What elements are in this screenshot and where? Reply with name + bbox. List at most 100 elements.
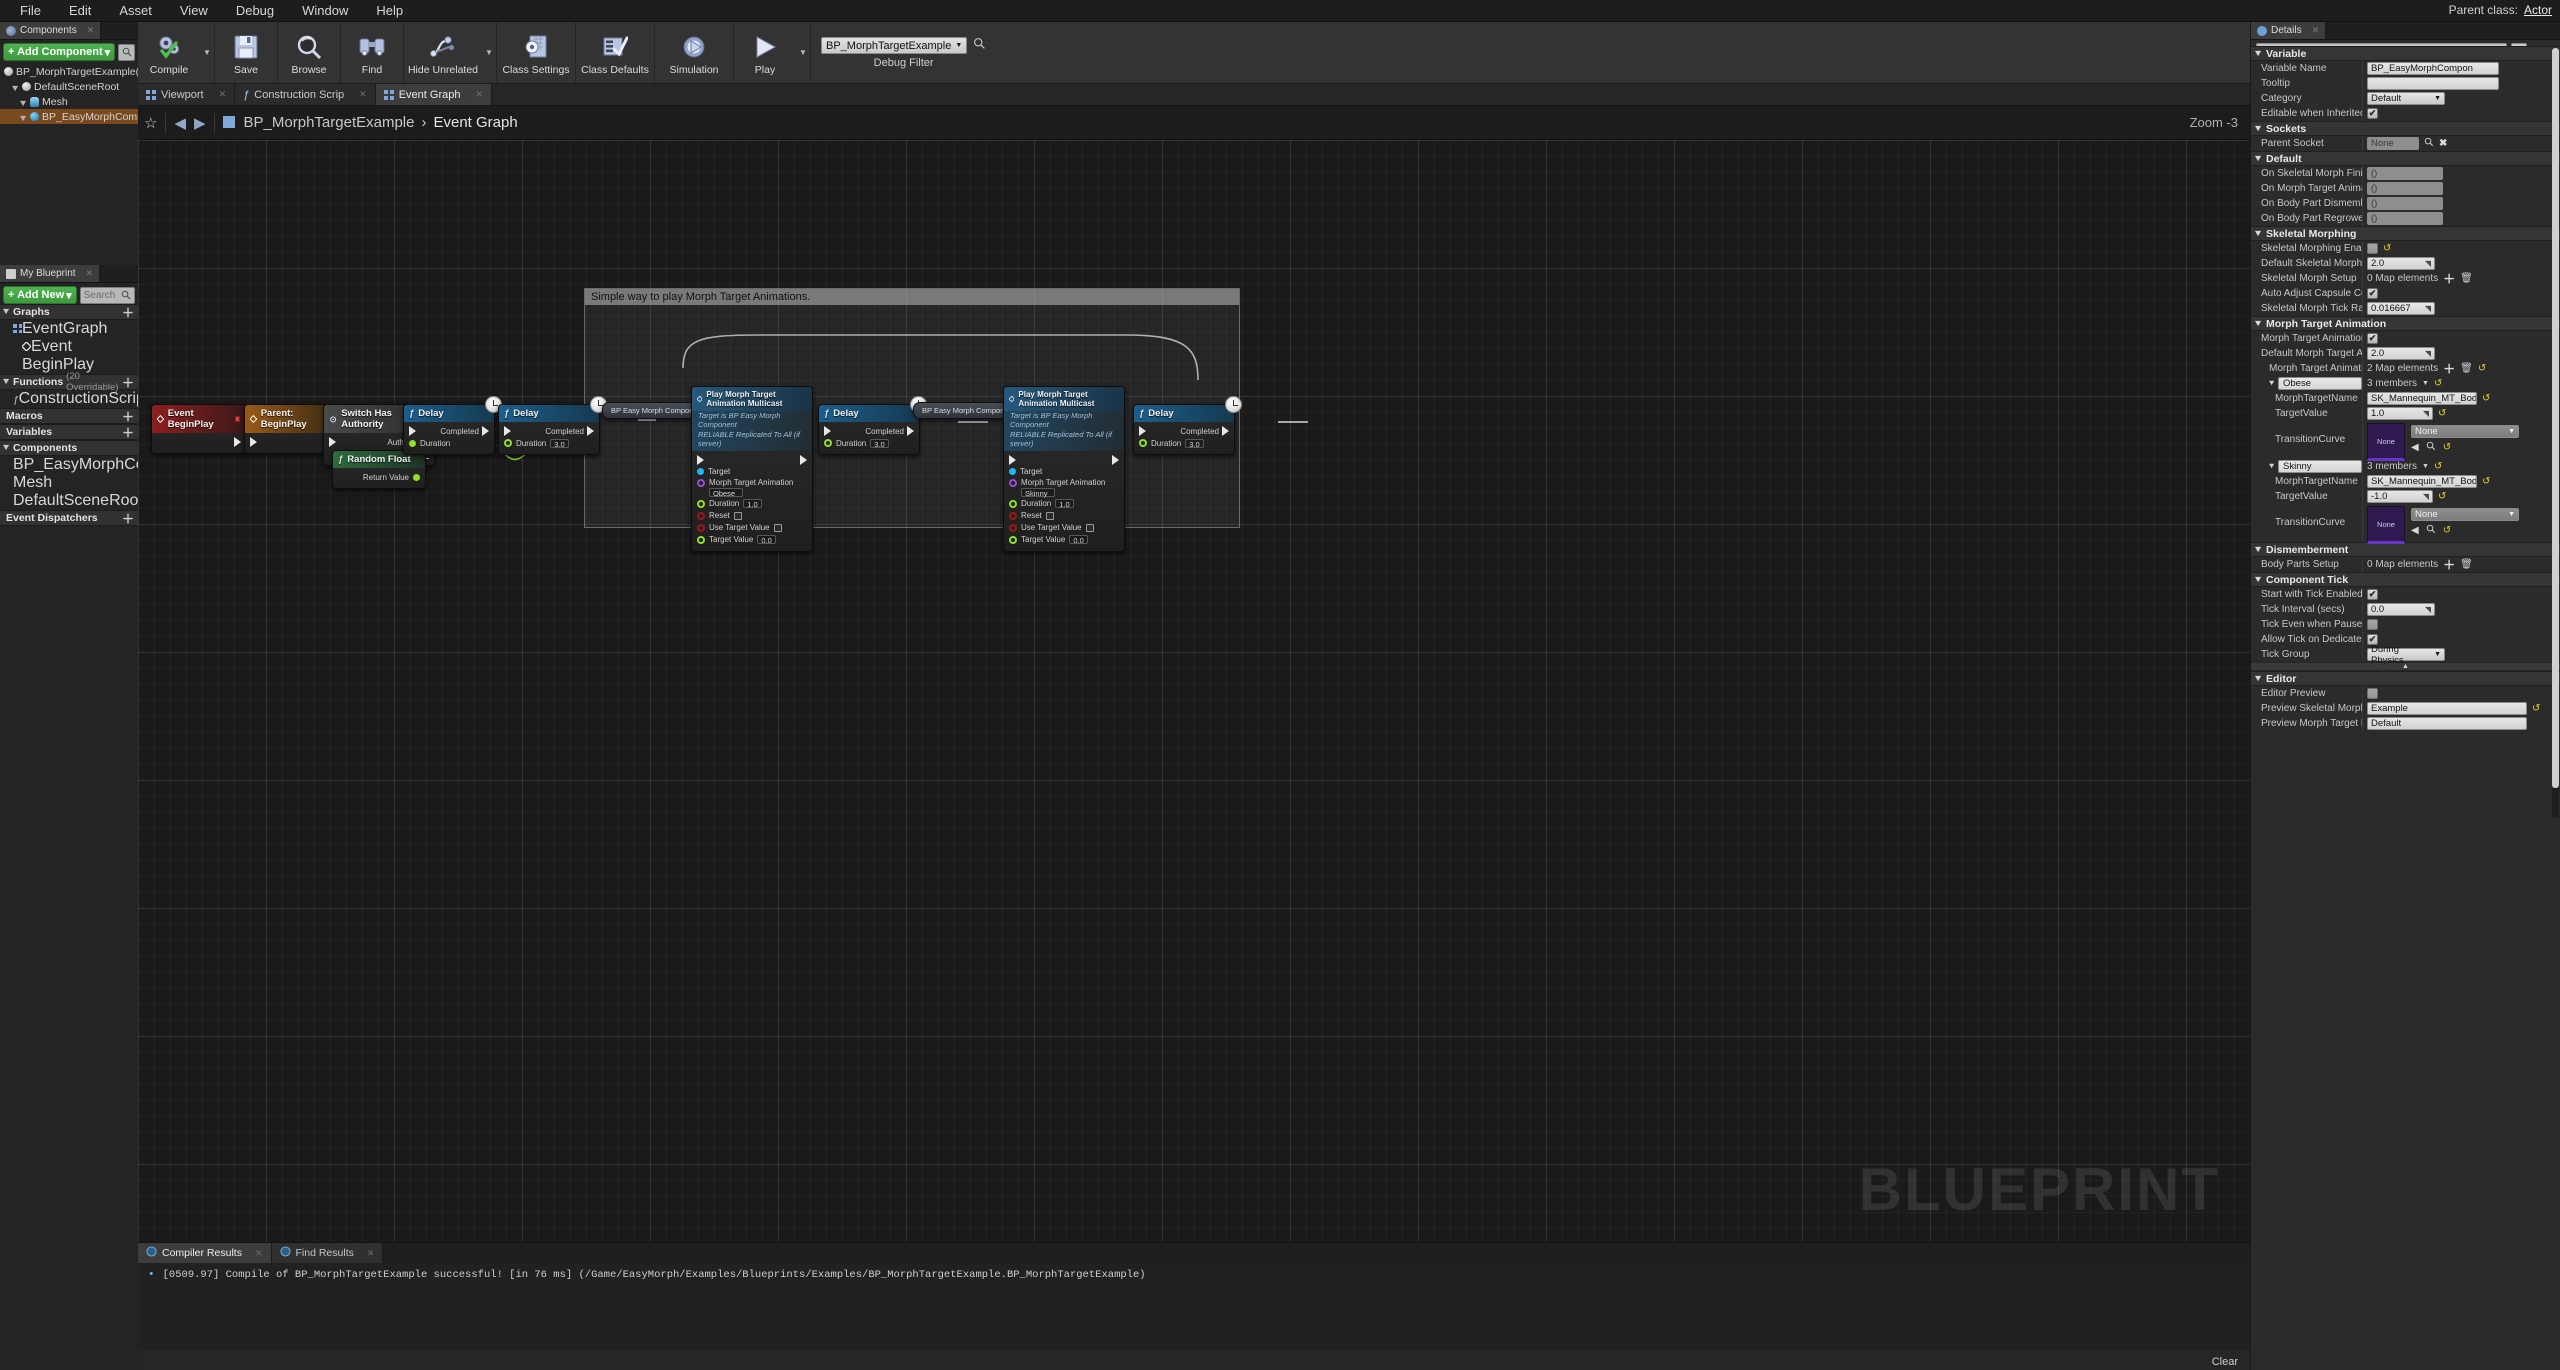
components-search-input[interactable]: Searc bbox=[118, 43, 135, 61]
toolbar-button-browse[interactable]: Browse bbox=[278, 22, 340, 83]
checkbox[interactable]: ✔ bbox=[2367, 589, 2378, 600]
clear-socket-icon[interactable]: ✖ bbox=[2439, 138, 2447, 149]
revert-to-default-icon[interactable]: ↺ bbox=[2443, 525, 2451, 536]
toolbar-button-hide-unrelated[interactable]: Hide Unrelated bbox=[404, 22, 482, 83]
use-target-value-checkbox[interactable] bbox=[1085, 523, 1094, 532]
exec-out-pin[interactable] bbox=[907, 426, 914, 436]
details-category-dismemberment[interactable]: Dismemberment bbox=[2251, 542, 2560, 557]
breadcrumb-graph[interactable]: Event Graph bbox=[433, 114, 517, 131]
checkbox[interactable]: ✔ bbox=[2367, 108, 2378, 119]
duration-pin[interactable] bbox=[697, 499, 705, 508]
numeric-input[interactable]: 2.0 ◥ bbox=[2367, 347, 2435, 360]
duration-field[interactable]: 1.0 bbox=[1055, 499, 1074, 509]
numeric-input[interactable]: -1.0 ◥ bbox=[2367, 490, 2433, 503]
delegate-field[interactable]: () bbox=[2367, 182, 2443, 195]
tab-components[interactable]: Components ✕ bbox=[0, 22, 102, 39]
tree-expander-icon[interactable] bbox=[3, 306, 10, 318]
morph-target-animation-pin[interactable] bbox=[697, 478, 705, 487]
curve-asset-combo[interactable]: None ▼ bbox=[2411, 508, 2519, 521]
toolbar-dropdown-caret-icon[interactable]: ▼ bbox=[482, 22, 496, 83]
tab-my-blueprint[interactable]: My Blueprint ✕ bbox=[0, 265, 101, 282]
text-input[interactable]: Default bbox=[2367, 717, 2527, 730]
add-icon[interactable]: ＋ bbox=[122, 424, 134, 441]
duration-pin[interactable] bbox=[1139, 439, 1147, 447]
delegate-field[interactable]: () bbox=[2367, 167, 2443, 180]
browse-to-asset-icon[interactable] bbox=[2426, 441, 2436, 454]
exec-in-pin[interactable] bbox=[1139, 426, 1146, 436]
spinner-icon[interactable]: ◥ bbox=[2425, 259, 2431, 268]
add-icon[interactable]: ＋ bbox=[122, 304, 134, 321]
node-random-float[interactable]: ƒ Random Float Return Value bbox=[332, 450, 426, 489]
add-icon[interactable]: ＋ bbox=[122, 510, 134, 527]
text-input[interactable]: SK_Mannequin_MT_Body_obese bbox=[2367, 392, 2477, 405]
spinner-icon[interactable]: ◥ bbox=[2425, 349, 2431, 358]
tree-expander-icon[interactable] bbox=[3, 442, 10, 454]
numeric-input[interactable]: 2.0 ◥ bbox=[2367, 257, 2435, 270]
map-key-expander-icon[interactable] bbox=[2269, 459, 2275, 474]
revert-to-default-icon[interactable]: ↺ bbox=[2532, 703, 2540, 714]
close-icon[interactable]: ✕ bbox=[255, 1248, 263, 1259]
spinner-icon[interactable]: ◥ bbox=[2425, 605, 2431, 614]
checkbox[interactable] bbox=[2367, 619, 2378, 630]
spinner-icon[interactable]: ◥ bbox=[2425, 304, 2431, 313]
duration-pin[interactable] bbox=[504, 439, 512, 447]
tab-details[interactable]: Details ✕ bbox=[2251, 22, 2327, 39]
node-delay-2[interactable]: ƒ Delay Completed Duration 3.0 bbox=[498, 396, 607, 455]
exec-out-pin[interactable] bbox=[800, 454, 807, 465]
details-scroll-area[interactable]: Variable Variable Name BP_EasyMorphCompon T… bbox=[2251, 46, 2560, 1370]
myblueprint-section-components[interactable]: Components bbox=[0, 440, 138, 456]
close-icon[interactable]: ✕ bbox=[359, 89, 367, 100]
curve-asset-thumbnail[interactable]: None bbox=[2367, 423, 2405, 461]
reset-pin[interactable] bbox=[697, 511, 705, 520]
text-input[interactable]: BP_EasyMorphCompon bbox=[2367, 62, 2499, 75]
category-expander-icon[interactable] bbox=[2255, 318, 2262, 330]
category-expander-icon[interactable] bbox=[2255, 673, 2262, 685]
exec-out-pin[interactable] bbox=[587, 426, 594, 436]
exec-in-pin[interactable] bbox=[697, 454, 704, 465]
compiler-result-row[interactable]: • [0509.97] Compile of BP_MorphTargetExa… bbox=[148, 1269, 2240, 1281]
tree-expander-icon[interactable] bbox=[20, 98, 27, 107]
add-new-button[interactable]: + Add New ▾ bbox=[3, 286, 77, 304]
forward-arrow-icon[interactable]: ▶ bbox=[194, 114, 206, 132]
details-category-component-tick[interactable]: Component Tick bbox=[2251, 572, 2560, 587]
component-tree-item[interactable]: BP_MorphTargetExample(self) bbox=[0, 64, 159, 79]
close-icon[interactable]: ✕ bbox=[86, 268, 94, 279]
curve-asset-thumbnail[interactable]: None bbox=[2367, 506, 2405, 544]
duration-field[interactable]: 3.0 bbox=[870, 438, 889, 449]
add-element-icon[interactable]: ＋ bbox=[2443, 273, 2455, 285]
revert-to-default-icon[interactable]: ↺ bbox=[2482, 393, 2490, 404]
target-value-field[interactable]: 0.0 bbox=[757, 535, 776, 545]
menu-item-file[interactable]: File bbox=[6, 1, 55, 20]
myblueprint-item[interactable]: EventGraph bbox=[0, 320, 138, 338]
revert-to-default-icon[interactable]: ↺ bbox=[2434, 461, 2442, 472]
menu-item-view[interactable]: View bbox=[166, 1, 222, 20]
delete-icon[interactable]: 🗑 bbox=[2460, 273, 2473, 284]
category-expander-icon[interactable] bbox=[2255, 153, 2262, 165]
details-scrollbar-thumb[interactable] bbox=[2552, 48, 2559, 788]
chevron-down-icon[interactable]: ▼ bbox=[2422, 463, 2429, 470]
socket-field[interactable]: None bbox=[2367, 137, 2419, 150]
chevron-down-icon[interactable]: ▼ bbox=[2422, 380, 2429, 387]
dropdown[interactable]: During Physics ▼ bbox=[2367, 644, 2445, 666]
close-icon[interactable]: ✕ bbox=[475, 89, 483, 100]
revert-to-default-icon[interactable]: ↺ bbox=[2478, 363, 2486, 374]
myblueprint-section-macros[interactable]: Macros ＋ bbox=[0, 408, 138, 424]
close-icon[interactable]: ✕ bbox=[87, 25, 95, 36]
map-key-expander-icon[interactable] bbox=[2269, 376, 2275, 391]
exec-in-pin[interactable] bbox=[504, 426, 511, 436]
menu-item-window[interactable]: Window bbox=[288, 1, 362, 20]
target-value-field[interactable]: 0.0 bbox=[1069, 535, 1088, 545]
debug-filter-combo[interactable]: BP_MorphTargetExample ▼ bbox=[821, 37, 968, 54]
reset-checkbox[interactable] bbox=[733, 511, 742, 520]
exec-out-pin[interactable] bbox=[482, 426, 489, 436]
toolbar-dropdown-caret-icon[interactable]: ▼ bbox=[796, 22, 810, 83]
exec-out-pin[interactable] bbox=[1222, 426, 1229, 436]
add-element-icon[interactable]: ＋ bbox=[2443, 363, 2455, 375]
blueprint-graph-canvas[interactable]: Simple way to play Morph Target Animatio… bbox=[138, 140, 2250, 1242]
details-category-default[interactable]: Default bbox=[2251, 151, 2560, 166]
component-tree-item[interactable]: Mesh bbox=[0, 94, 138, 109]
numeric-input[interactable]: 0.0 ◥ bbox=[2367, 603, 2435, 616]
node-play-morph-target-animation-multicast-2[interactable]: Play Morph Target Animation Multicast Ta… bbox=[1003, 386, 1125, 552]
myblueprint-item[interactable]: BP_EasyMorphComponent bbox=[0, 456, 207, 474]
magnifier-icon[interactable] bbox=[973, 37, 986, 55]
